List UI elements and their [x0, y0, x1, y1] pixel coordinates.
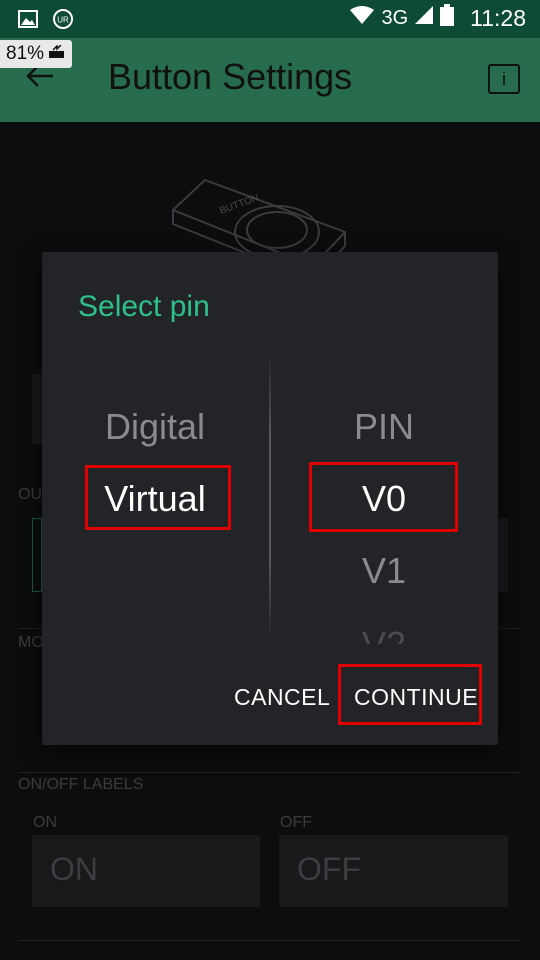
widget-illustration-label: BUTTON [218, 192, 260, 216]
status-bar: UR 3G 11:28 [0, 0, 540, 38]
divider [18, 772, 520, 773]
on-label-input[interactable]: ON [32, 835, 260, 907]
onoff-labels-title: ON/OFF LABELS [18, 776, 144, 793]
pin-type-option-digital[interactable]: Digital [68, 406, 242, 448]
battery-percent: 81% [6, 43, 45, 64]
bg-field [32, 374, 42, 444]
select-pin-dialog: Select pin Digital Virtual PIN V0 V1 V2 … [42, 252, 498, 745]
charging-icon [48, 43, 66, 65]
battery-percent-badge: 81% [0, 40, 73, 68]
on-label-value: ON [50, 851, 98, 887]
output-section-label: OU [18, 486, 42, 503]
battery-icon [440, 4, 455, 32]
cancel-button[interactable]: CANCEL [234, 684, 330, 711]
pin-type-selection-highlight [85, 465, 231, 530]
pin-selection-highlight [309, 462, 458, 532]
app-bar: Button Settings i [0, 38, 540, 122]
signal-icon [414, 5, 434, 31]
network-type: 3G [381, 6, 409, 29]
off-label-value: OFF [297, 851, 361, 887]
off-caption: OFF [280, 814, 312, 831]
picker-column-divider [269, 352, 271, 642]
wifi-icon [349, 5, 375, 31]
output-pin-field [32, 518, 42, 592]
pin-option-v1[interactable]: V1 [298, 550, 470, 592]
on-caption: ON [33, 814, 57, 831]
off-label-input[interactable]: OFF [279, 835, 508, 907]
mode-section-label: MO [18, 634, 44, 651]
bg-field-right [498, 518, 508, 592]
page-title: Button Settings [108, 56, 353, 97]
info-icon[interactable]: i [488, 64, 520, 94]
app-notification-icon: UR [52, 8, 74, 34]
divider [18, 940, 520, 941]
dialog-title: Select pin [78, 290, 210, 323]
continue-button-highlight [338, 664, 482, 725]
image-notification-icon [18, 10, 38, 32]
svg-text:UR: UR [57, 16, 69, 25]
pin-option-pin[interactable]: PIN [298, 406, 470, 448]
back-arrow-icon[interactable] [26, 64, 54, 92]
clock: 11:28 [470, 4, 526, 31]
pin-option-v2[interactable]: V2 [298, 624, 470, 644]
